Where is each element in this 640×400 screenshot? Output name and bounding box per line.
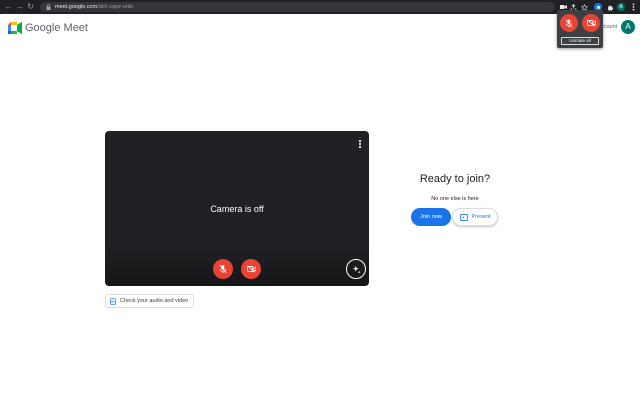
present-button[interactable]: Present xyxy=(452,208,498,226)
account-avatar[interactable]: A xyxy=(621,20,635,34)
popup-mic-off-button[interactable] xyxy=(560,14,578,32)
camera-off-message: Camera is off xyxy=(210,204,264,214)
url-host: meet.google.com xyxy=(55,4,98,10)
ready-to-join-heading: Ready to join? xyxy=(419,173,491,185)
camera-off-icon xyxy=(586,19,596,27)
profile-avatar[interactable]: A xyxy=(617,3,625,11)
back-button[interactable]: ← xyxy=(3,0,14,14)
visual-effects-button[interactable] xyxy=(346,259,366,279)
google-meet-logo-icon xyxy=(8,22,22,34)
mic-off-icon xyxy=(565,18,573,28)
join-now-button[interactable]: Join now xyxy=(411,208,451,226)
url-text: meet.google.com/dch-cqez-unih xyxy=(55,4,133,10)
mute-popup: Unmute all xyxy=(557,10,603,48)
forward-button[interactable]: → xyxy=(14,0,25,14)
lock-icon xyxy=(45,4,51,10)
mic-off-icon xyxy=(219,264,227,274)
check-audio-video-button[interactable]: Check your audio and video xyxy=(105,294,195,308)
audio-check-icon xyxy=(110,297,116,305)
browser-menu-icon[interactable] xyxy=(629,3,637,11)
address-bar[interactable]: meet.google.com/dch-cqez-unih xyxy=(40,2,555,12)
preview-gradient xyxy=(105,246,369,286)
sparkle-icon xyxy=(352,265,361,274)
camera-off-icon xyxy=(246,265,256,273)
extensions-puzzle-icon[interactable] xyxy=(606,3,614,11)
account-text: ccount xyxy=(601,24,618,30)
participants-status: No one else is here xyxy=(431,196,479,202)
video-preview: Camera is off xyxy=(105,131,369,286)
camera-toggle-button[interactable] xyxy=(241,259,261,279)
popup-camera-off-button[interactable] xyxy=(582,14,600,32)
check-audio-video-label: Check your audio and video xyxy=(120,298,189,304)
browser-toolbar: ← → ↻ meet.google.com/dch-cqez-unih A xyxy=(0,0,640,14)
url-path: /dch-cqez-unih xyxy=(97,4,134,10)
reload-button[interactable]: ↻ xyxy=(25,0,36,14)
more-options-icon[interactable] xyxy=(358,140,362,150)
app-title: Google Meet xyxy=(25,22,88,34)
present-label: Present xyxy=(471,214,491,220)
unmute-all-button[interactable]: Unmute all xyxy=(561,37,599,45)
present-screen-icon xyxy=(459,213,468,221)
mic-toggle-button[interactable] xyxy=(213,259,233,279)
